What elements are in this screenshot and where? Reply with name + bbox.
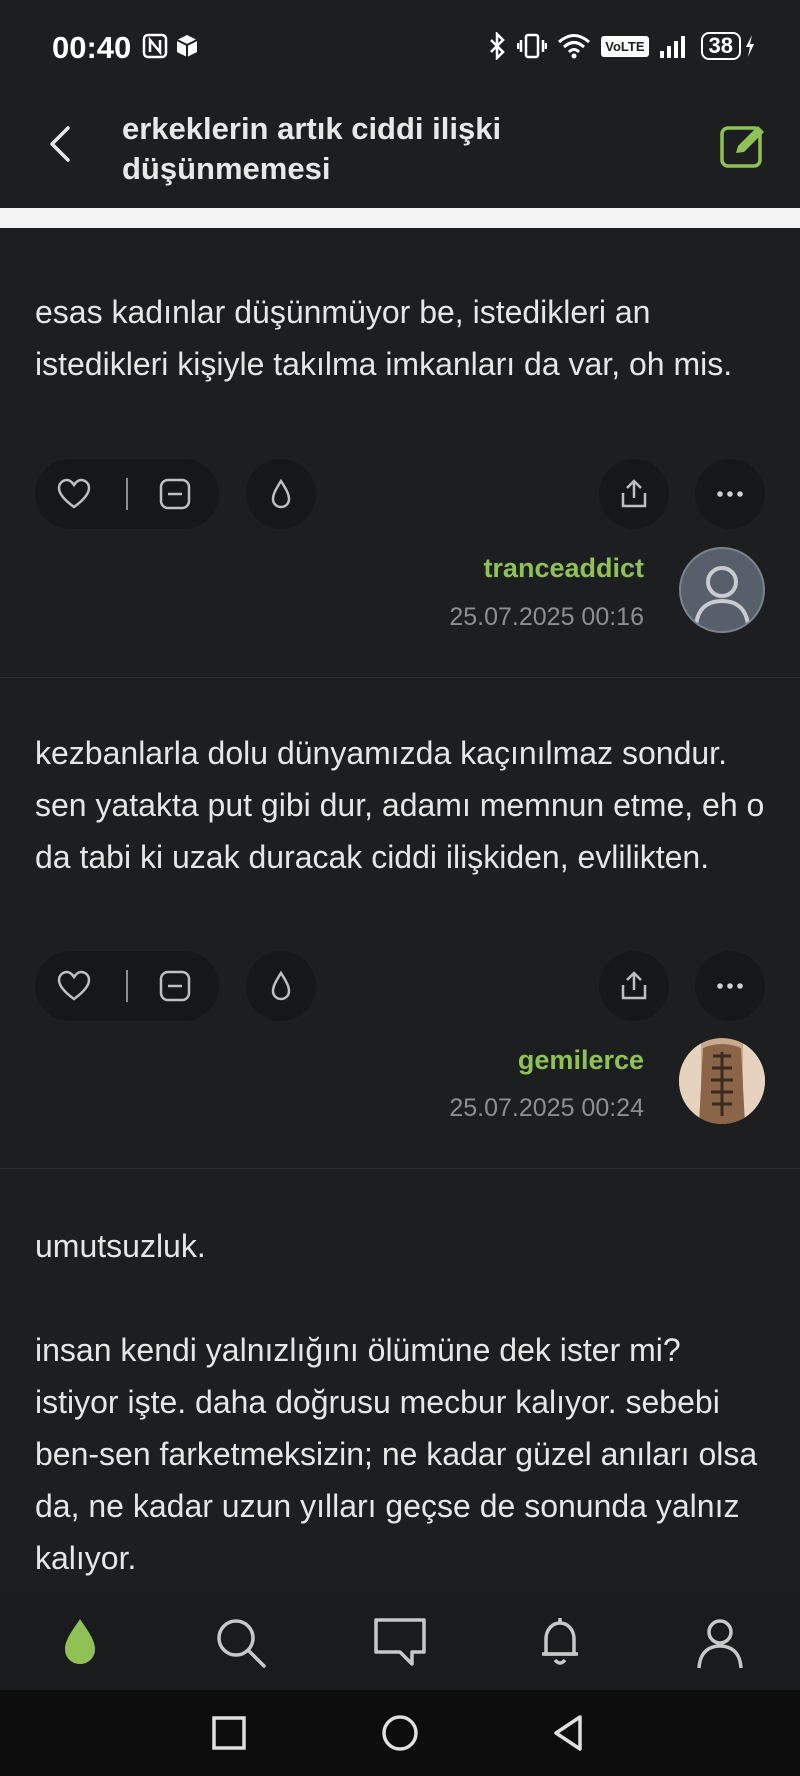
entry-divider (0, 677, 800, 678)
nfc-icon (142, 33, 168, 59)
drop-icon[interactable] (52, 1614, 108, 1670)
top-app-bar: erkeklerin artık ciddi ilişki düşünmemes… (0, 95, 800, 208)
entry-text: insan kendi yalnızlığını ölümüne dek ist… (35, 1332, 758, 1576)
avatar[interactable] (679, 547, 765, 633)
vote-pill (35, 951, 219, 1021)
more-button[interactable] (695, 459, 765, 529)
drop-icon (271, 478, 291, 509)
messages-icon[interactable] (372, 1614, 428, 1670)
drop-button[interactable] (246, 459, 316, 529)
edit-icon[interactable] (718, 118, 772, 172)
author-link[interactable]: tranceaddict (483, 553, 644, 584)
share-button[interactable] (599, 951, 669, 1021)
bottom-navigation (0, 1592, 800, 1690)
status-bar: 00:40 VoLTE 38 (0, 0, 800, 95)
heart-icon[interactable] (57, 970, 91, 1002)
share-button[interactable] (599, 459, 669, 529)
more-icon (717, 983, 743, 989)
vote-separator (126, 478, 128, 510)
back-arrow-icon[interactable] (38, 120, 86, 168)
more-button[interactable] (695, 951, 765, 1021)
vibrate-icon (517, 33, 548, 59)
entry-date[interactable]: 25.07.2025 00:16 (449, 603, 644, 632)
box-icon (176, 35, 198, 57)
drop-button[interactable] (246, 951, 316, 1021)
heart-icon[interactable] (57, 478, 91, 510)
entry-actions (35, 459, 765, 529)
entry-text: kezbanlarla dolu dünyamızda kaçınılmaz s… (35, 735, 765, 875)
wifi-icon (558, 34, 591, 59)
topic-title: erkeklerin artık ciddi ilişki düşünmemes… (122, 111, 502, 186)
user-photo (679, 1038, 765, 1124)
header-divider (0, 208, 800, 228)
status-time: 00:40 (52, 30, 132, 65)
author-link[interactable]: gemilerce (518, 1045, 644, 1076)
search-icon[interactable] (212, 1614, 268, 1670)
more-icon (717, 491, 743, 497)
minus-icon[interactable] (159, 970, 191, 1002)
entry-text: umutsuzluk. (35, 1228, 206, 1264)
user-placeholder-icon (694, 566, 750, 626)
charging-icon (746, 35, 754, 57)
recent-apps-icon[interactable] (208, 1712, 250, 1754)
status-left-icons (142, 33, 200, 59)
bell-icon[interactable] (532, 1614, 588, 1670)
volte-badge: VoLTE (601, 35, 649, 57)
profile-icon[interactable] (692, 1614, 748, 1670)
entry-date[interactable]: 25.07.2025 00:24 (449, 1094, 644, 1123)
home-icon[interactable] (379, 1712, 421, 1754)
back-icon[interactable] (548, 1712, 590, 1754)
share-icon (621, 479, 647, 508)
drop-icon (271, 970, 291, 1001)
vote-separator (126, 970, 128, 1002)
system-navigation-bar (0, 1690, 800, 1776)
battery-indicator: 38 (700, 32, 756, 60)
entry-text: esas kadınlar düşünmüyor be, istedikleri… (35, 294, 733, 382)
entry-actions (35, 951, 765, 1021)
bluetooth-icon (490, 32, 506, 60)
vote-pill (35, 459, 219, 529)
minus-icon[interactable] (159, 478, 191, 510)
status-right-icons: VoLTE 38 (487, 32, 756, 60)
battery-level: 38 (700, 32, 741, 60)
entry-divider (0, 1168, 800, 1169)
avatar[interactable] (679, 1038, 765, 1124)
share-icon (621, 971, 647, 1000)
signal-icon (659, 36, 685, 58)
